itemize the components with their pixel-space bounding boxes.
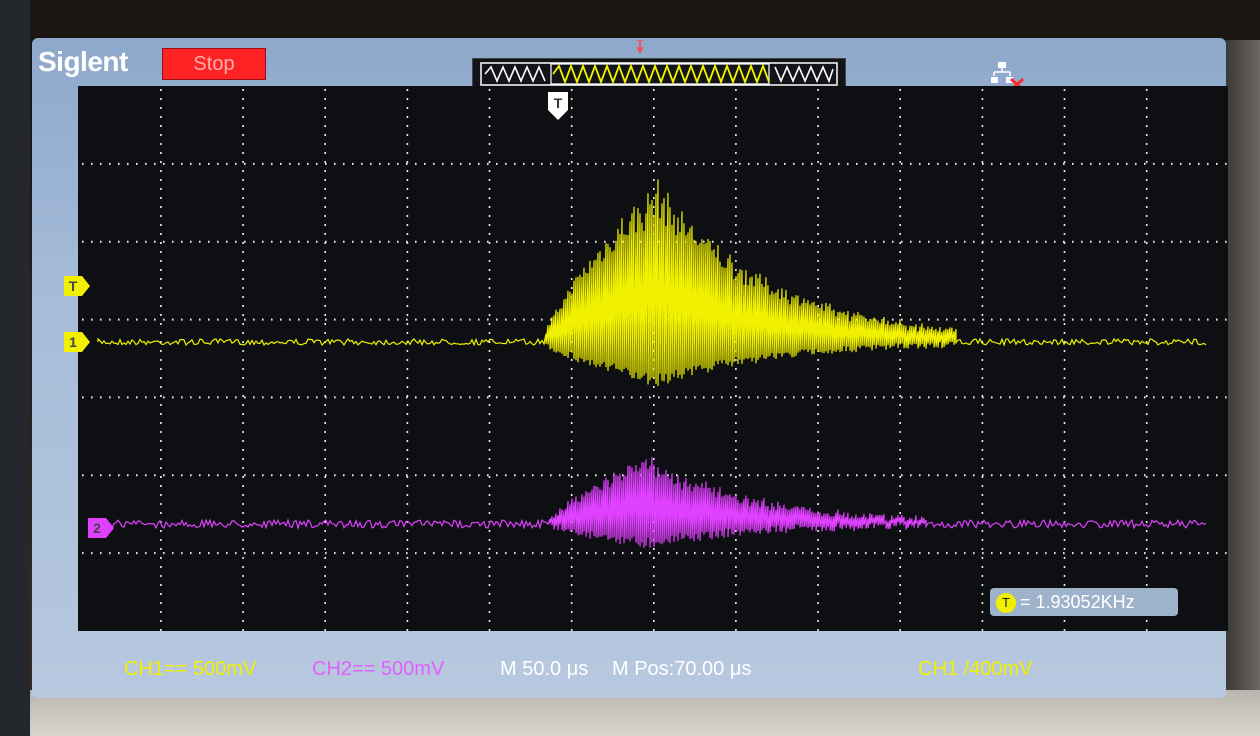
oscilloscope-screen: Siglent Stop T T 1 2 T = 1.93052KHz CH1=… bbox=[32, 38, 1228, 698]
trigger-t-marker-icon: T bbox=[548, 92, 568, 120]
trigger-badge-icon: T bbox=[996, 593, 1016, 614]
monitor-bezel-left bbox=[0, 0, 30, 736]
waveform-display-area[interactable]: T bbox=[78, 86, 1228, 631]
trigger-t-label: T bbox=[554, 95, 563, 111]
ch1-waveform bbox=[97, 179, 1207, 387]
ch1-scale-label[interactable]: CH1== 500mV bbox=[124, 658, 256, 681]
horizontal-position-label[interactable]: M Pos:70.00 μs bbox=[612, 658, 751, 681]
frequency-value: = 1.93052KHz bbox=[1020, 592, 1135, 612]
ch2-marker-label: 2 bbox=[93, 520, 101, 536]
overview-waveform bbox=[552, 63, 770, 85]
status-bar: CH1== 500mV CH2== 500mV M 50.0 μs M Pos:… bbox=[32, 646, 1226, 694]
ch1-marker-label: 1 bbox=[69, 334, 77, 350]
trigger-position-marker-icon bbox=[636, 40, 644, 54]
run-stop-indicator[interactable]: Stop bbox=[162, 48, 266, 80]
frequency-readout: T = 1.93052KHz bbox=[990, 588, 1178, 616]
ch2-waveform bbox=[97, 456, 1207, 548]
timebase-label[interactable]: M 50.0 μs bbox=[500, 658, 588, 681]
ch2-scale-label[interactable]: CH2== 500mV bbox=[312, 658, 444, 681]
ch1-trigger-level-marker[interactable]: T bbox=[64, 276, 90, 296]
monitor-bezel-right bbox=[1226, 40, 1260, 736]
ch1-offset-marker[interactable]: 1 bbox=[64, 332, 90, 352]
ch1-trigger-marker-label: T bbox=[69, 278, 78, 294]
ch2-offset-marker[interactable]: 2 bbox=[88, 518, 114, 538]
trigger-level-label[interactable]: CH1 /400mV bbox=[918, 658, 1033, 681]
brand-logo: Siglent bbox=[38, 46, 128, 77]
